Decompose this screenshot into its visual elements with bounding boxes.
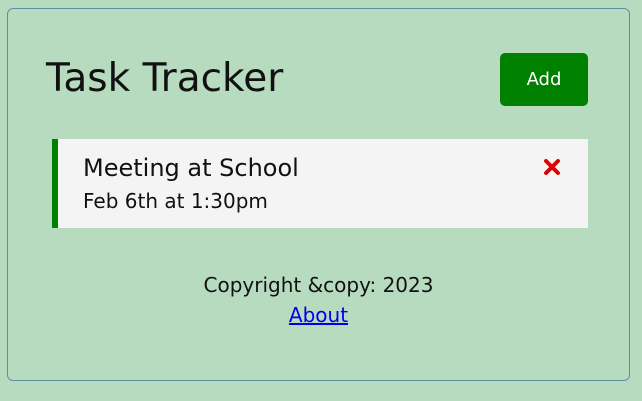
task-time: Feb 6th at 1:30pm [83, 189, 268, 213]
header: Task Tracker Add [46, 53, 588, 107]
task-item[interactable]: Meeting at School Feb 6th at 1:30pm [52, 139, 588, 228]
add-button[interactable]: Add [500, 53, 588, 106]
footer: Copyright &copy: 2023 About [8, 270, 629, 330]
page-title: Task Tracker [46, 56, 284, 101]
about-link[interactable]: About [289, 303, 348, 327]
close-icon[interactable] [542, 157, 562, 177]
copyright-text: Copyright &copy: 2023 [203, 273, 434, 297]
task-title: Meeting at School [83, 154, 299, 182]
task-tracker-container: Task Tracker Add Meeting at School Feb 6… [7, 8, 630, 381]
